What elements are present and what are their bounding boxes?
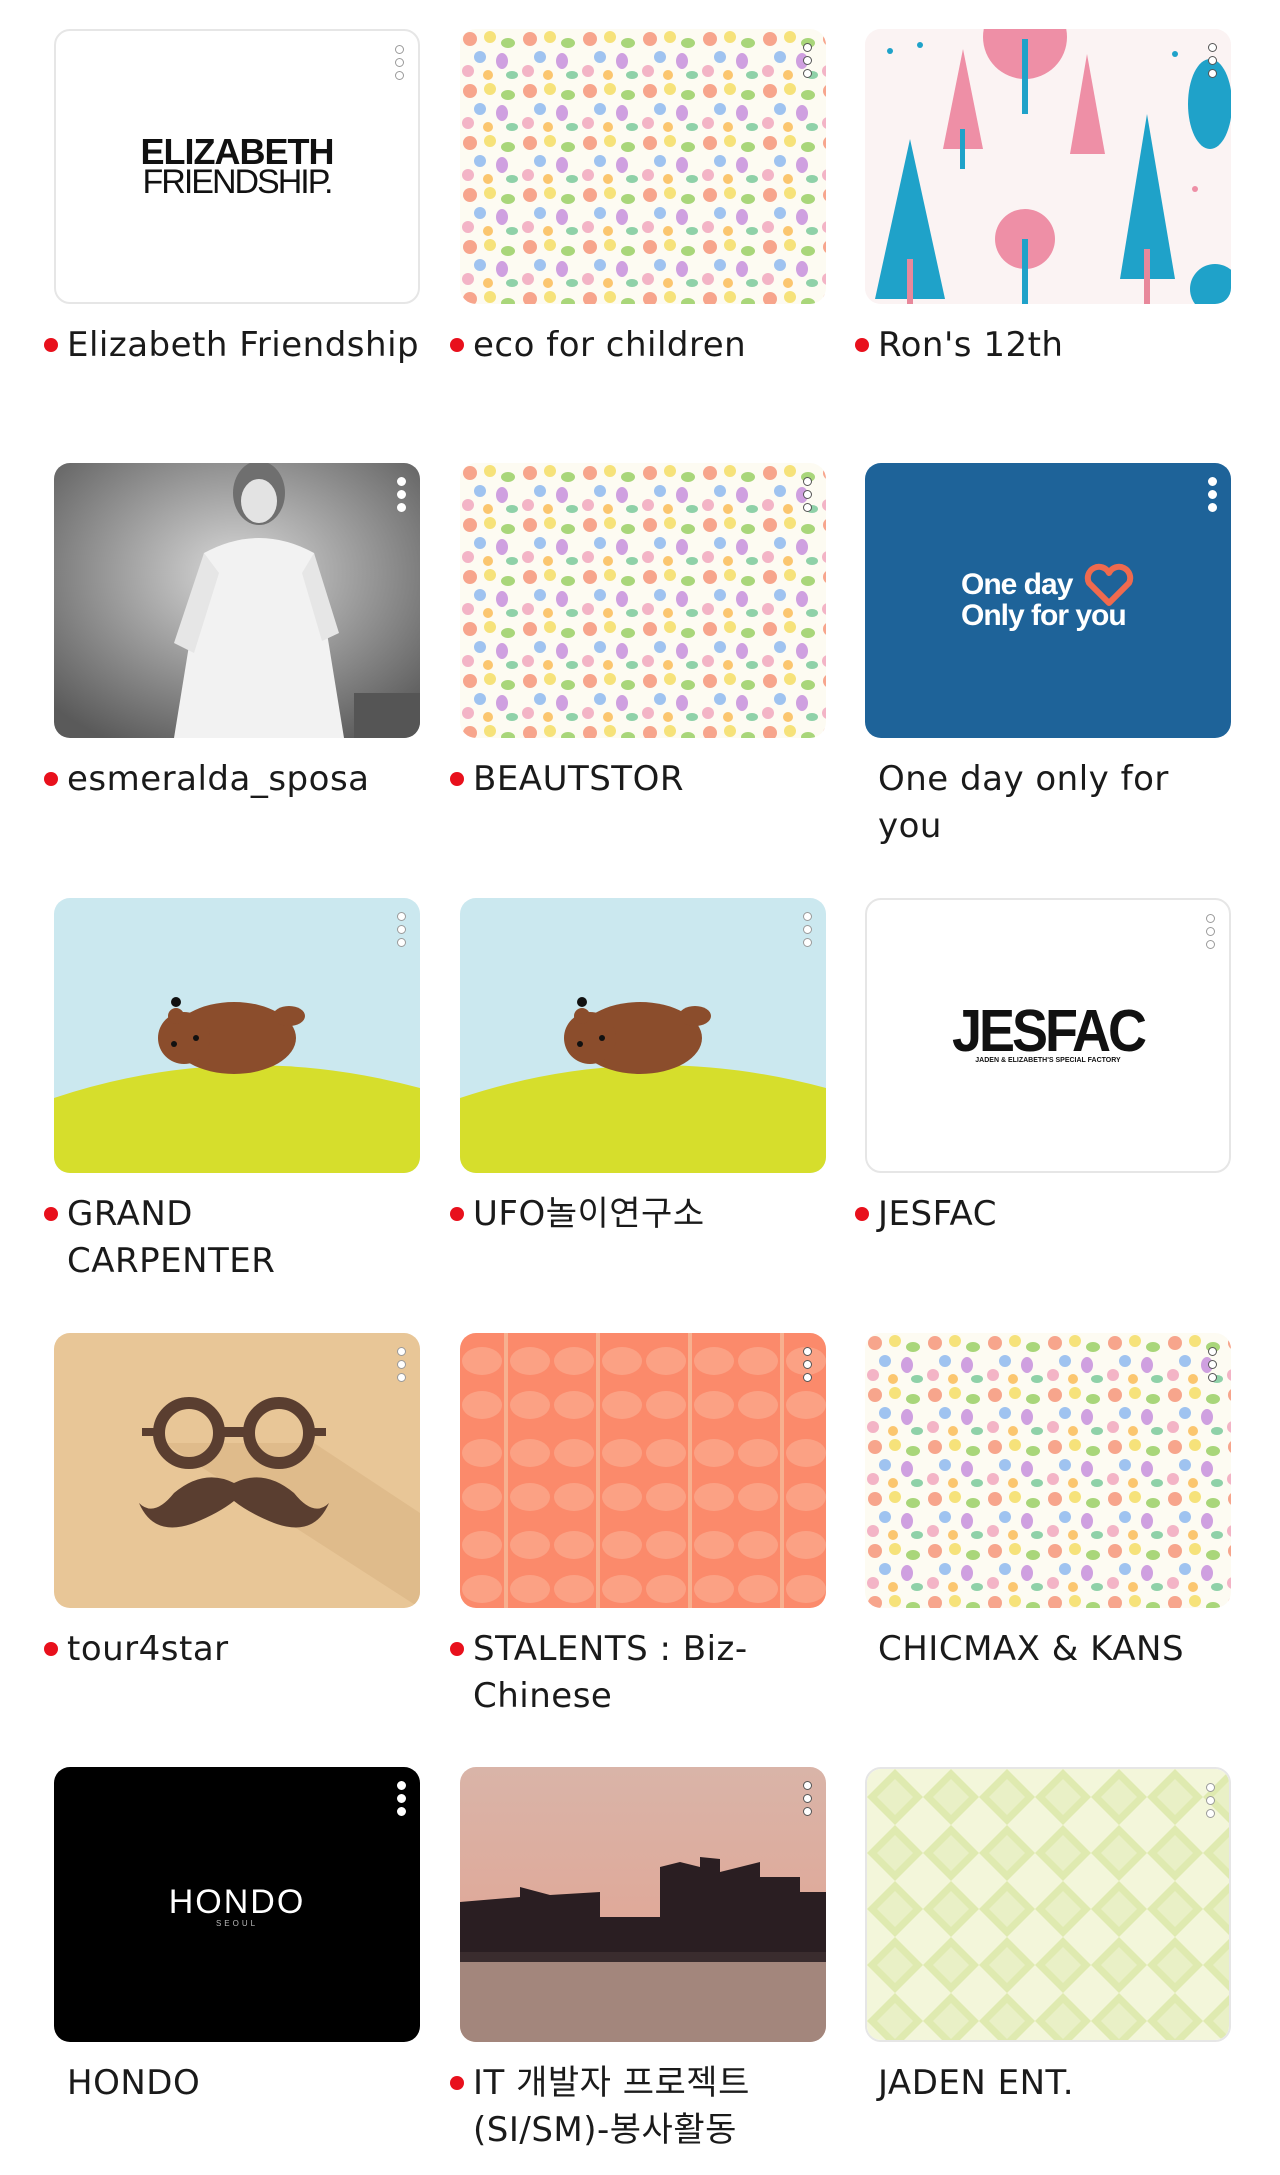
more-options-icon[interactable] xyxy=(800,1781,814,1827)
channel-name: Elizabeth Friendship xyxy=(67,325,420,365)
channel-cover[interactable] xyxy=(460,898,826,1173)
unread-indicator xyxy=(44,1207,58,1221)
unread-indicator xyxy=(44,772,58,786)
more-options-icon[interactable] xyxy=(800,477,814,523)
unread-indicator xyxy=(450,772,464,786)
channel-cover[interactable] xyxy=(460,1333,826,1608)
channel-cover[interactable] xyxy=(865,1767,1231,2042)
unread-indicator xyxy=(44,1642,58,1656)
channel-name: HONDO xyxy=(67,2063,201,2103)
unread-dot-wrap xyxy=(855,322,878,352)
channel-name: esmeralda_sposa xyxy=(67,759,370,799)
unread-dot-wrap xyxy=(450,1626,473,1656)
channel-cover[interactable] xyxy=(460,463,826,738)
bear-illustration xyxy=(54,898,420,1173)
unread-dot-wrap xyxy=(855,756,878,772)
unread-indicator xyxy=(450,1207,464,1221)
channel-cover[interactable] xyxy=(460,1767,826,2042)
channel-cover[interactable]: JESFAC JADEN & ELIZABETH'S SPECIAL FACTO… xyxy=(865,898,1231,1173)
more-options-icon[interactable] xyxy=(1205,1347,1219,1393)
more-options-icon[interactable] xyxy=(1205,43,1219,89)
more-options-icon[interactable] xyxy=(1203,914,1217,960)
channel-name: BEAUTSTOR xyxy=(473,759,684,799)
unread-dot-wrap xyxy=(44,1626,67,1656)
more-options-icon[interactable] xyxy=(800,912,814,958)
brand-logo: JESFAC JADEN & ELIZABETH'S SPECIAL FACTO… xyxy=(951,998,1147,1064)
channel-cover[interactable] xyxy=(54,1333,420,1608)
unread-dot-wrap xyxy=(44,1191,67,1221)
unread-indicator xyxy=(450,2076,464,2090)
heart-icon xyxy=(1084,563,1134,606)
unread-indicator xyxy=(450,338,464,352)
channel-cover[interactable]: HONDO SEOUL xyxy=(54,1767,420,2042)
channel-name: JADEN ENT. xyxy=(878,2063,1075,2103)
channel-name: JESFAC xyxy=(878,1194,997,1234)
more-options-icon[interactable] xyxy=(394,477,408,523)
more-options-icon[interactable] xyxy=(800,43,814,89)
channel-cover[interactable]: One day Only for you xyxy=(865,463,1231,738)
unread-dot-wrap xyxy=(44,2060,67,2076)
more-options-icon[interactable] xyxy=(394,912,408,958)
channel-name: Ron's 12th xyxy=(878,325,1064,365)
channel-cover[interactable] xyxy=(865,1333,1231,1608)
unread-dot-wrap xyxy=(855,1191,878,1221)
trees-pattern xyxy=(865,29,1231,304)
channel-cover[interactable]: ELIZABETH FRIENDSHIP. xyxy=(54,29,420,304)
channel-cover[interactable] xyxy=(460,29,826,304)
channel-name: eco for children xyxy=(473,325,747,365)
mustache-illustration xyxy=(54,1333,420,1608)
bear-illustration xyxy=(460,898,826,1173)
floral-pattern xyxy=(460,29,826,304)
channel-name: tour4star xyxy=(67,1629,229,1669)
brand-logo: HONDO SEOUL xyxy=(168,1883,306,1928)
unread-indicator xyxy=(44,338,58,352)
channel-cover[interactable] xyxy=(54,463,420,738)
floral-pattern xyxy=(460,463,826,738)
channel-name: GRAND CARPENTER xyxy=(67,1194,276,1281)
channel-cover[interactable] xyxy=(54,898,420,1173)
unread-indicator xyxy=(450,1642,464,1656)
unread-dot-wrap xyxy=(450,322,473,352)
bride-photo xyxy=(54,463,420,738)
sunset-photo xyxy=(460,1767,826,2042)
channel-name: CHICMAX & KANS xyxy=(878,1629,1185,1669)
unread-indicator xyxy=(855,338,869,352)
more-options-icon[interactable] xyxy=(392,45,406,91)
channel-cover[interactable] xyxy=(865,29,1231,304)
channel-name: UFO놀이연구소 xyxy=(473,1194,705,1234)
channel-name: IT 개발자 프로젝트(SI/SM)-봉사활동 xyxy=(473,2063,750,2150)
channel-name: STALENTS : Biz-Chinese xyxy=(473,1629,748,1716)
unread-dot-wrap xyxy=(450,756,473,786)
brand-logo: ELIZABETH FRIENDSHIP. xyxy=(140,131,335,201)
more-options-icon[interactable] xyxy=(1203,1783,1217,1829)
unread-dot-wrap xyxy=(44,322,67,352)
leaves-pattern xyxy=(460,1333,826,1608)
channel-grid: ELIZABETH FRIENDSHIP. Elizabeth Friendsh… xyxy=(0,0,1280,2175)
unread-dot-wrap xyxy=(855,1626,878,1642)
unread-dot-wrap xyxy=(855,2060,878,2076)
floral-pattern xyxy=(865,1333,1231,1608)
more-options-icon[interactable] xyxy=(394,1781,408,1827)
unread-indicator xyxy=(855,1207,869,1221)
channel-name: One day only for you xyxy=(878,759,1169,846)
diamonds-pattern xyxy=(867,1769,1229,2040)
unread-dot-wrap xyxy=(44,756,67,786)
more-options-icon[interactable] xyxy=(800,1347,814,1393)
more-options-icon[interactable] xyxy=(1205,477,1219,523)
unread-dot-wrap xyxy=(450,2060,473,2090)
unread-dot-wrap xyxy=(450,1191,473,1221)
more-options-icon[interactable] xyxy=(394,1347,408,1393)
